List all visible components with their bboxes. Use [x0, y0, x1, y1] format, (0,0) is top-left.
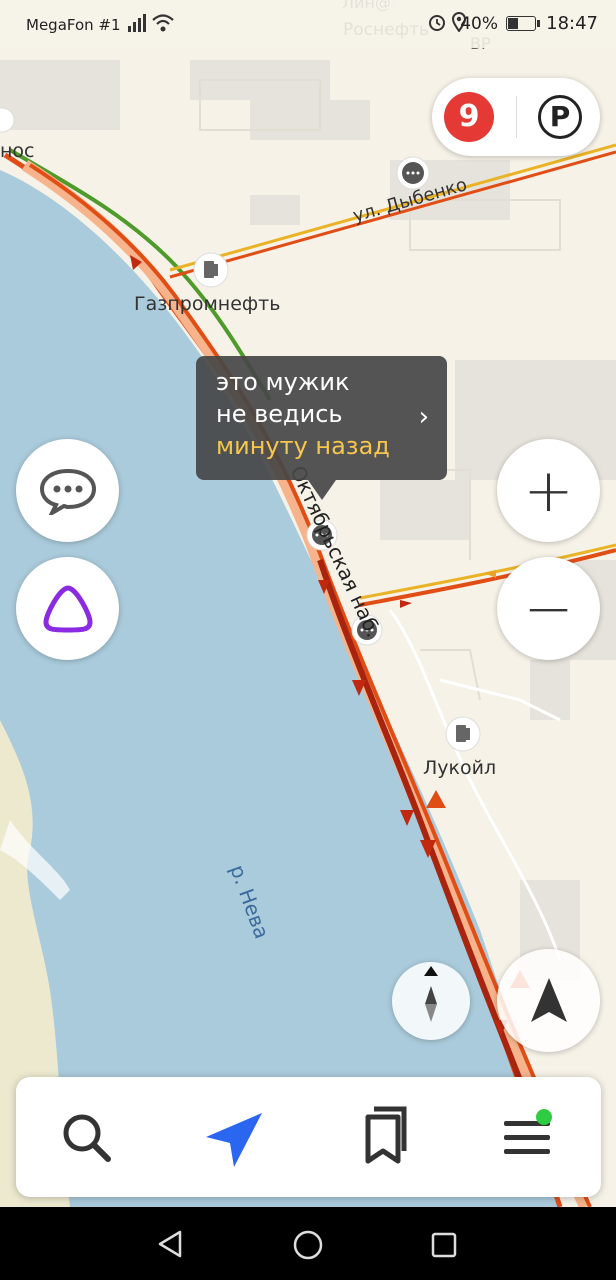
recents-icon[interactable]: [430, 1231, 458, 1259]
my-location-button[interactable]: [497, 949, 600, 1052]
bookmarks-button[interactable]: [350, 1105, 414, 1169]
navigation-arrow-icon: [530, 977, 567, 1022]
label-lukoil: Лукойл: [423, 757, 496, 779]
battery-icon: [506, 16, 540, 31]
chat-bubble-icon: [39, 468, 96, 515]
alice-assistant-button[interactable]: [16, 557, 119, 660]
plus-icon: +: [523, 455, 574, 526]
carrier-name: MegaFon #1: [26, 16, 121, 34]
signal-icon: [128, 14, 146, 32]
battery-percent: 40%: [460, 14, 498, 34]
traffic-score-button[interactable]: 9: [444, 92, 494, 142]
popup-line2: не ведись: [216, 400, 343, 428]
label-left-partial: нос: [0, 140, 35, 162]
route-arrow-icon: [206, 1113, 262, 1167]
zoom-out-button[interactable]: −: [497, 557, 600, 660]
route-button[interactable]: [202, 1107, 266, 1171]
bookmarks-icon: [365, 1106, 407, 1164]
popup-time: минуту назад: [216, 432, 390, 460]
road-events-button[interactable]: [16, 439, 119, 542]
divider: [516, 96, 517, 138]
road-event-popup[interactable]: это мужик не ведись минуту назад ›: [196, 356, 447, 500]
back-icon[interactable]: [156, 1229, 186, 1259]
clock-time: 18:47: [546, 13, 598, 34]
label-gazprom: Газпромнефть: [134, 293, 280, 315]
home-icon[interactable]: [292, 1229, 324, 1261]
popup-line1: это мужик: [216, 368, 350, 396]
alarm-icon: [429, 15, 445, 31]
alice-icon: [42, 584, 93, 632]
chevron-right-icon: ›: [418, 402, 429, 432]
compass-icon: [424, 966, 438, 1022]
menu-icon: [504, 1109, 552, 1154]
bottom-toolbar: [16, 1077, 601, 1197]
search-button[interactable]: [56, 1107, 116, 1167]
system-navigation-bar: [0, 1207, 616, 1280]
zoom-in-button[interactable]: +: [497, 439, 600, 542]
menu-button[interactable]: [498, 1107, 562, 1167]
parking-button[interactable]: P: [538, 95, 582, 139]
search-icon: [63, 1114, 111, 1162]
map-layers-panel: 9 P: [432, 78, 600, 156]
compass-button[interactable]: [392, 962, 470, 1040]
wifi-icon: [152, 14, 174, 32]
minus-icon: −: [523, 573, 574, 644]
status-bar: MegaFon #1 40% 18:47: [0, 0, 616, 48]
